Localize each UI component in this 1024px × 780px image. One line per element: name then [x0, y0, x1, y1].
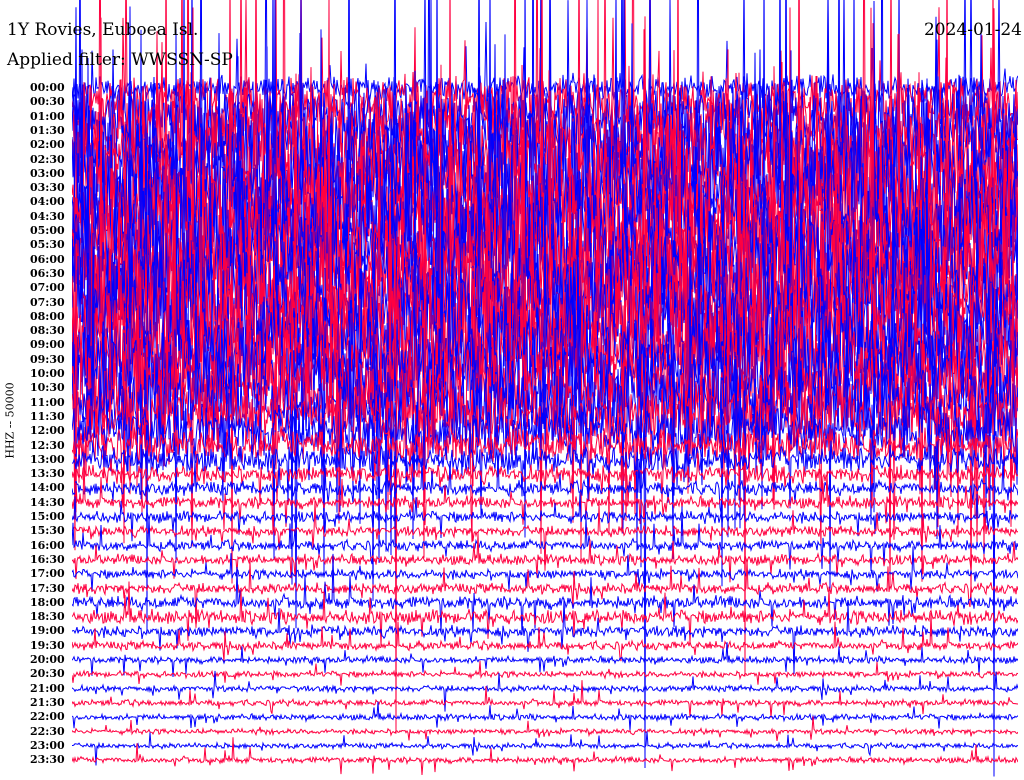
station-title: 1Y Rovies, Euboea Isl. [7, 20, 199, 40]
trace-row-1930 [72, 613, 1018, 662]
date-label: 2024-01-24 [923, 20, 1022, 40]
helicorder-plot [72, 0, 1018, 777]
filter-label: Applied filter: WWSSN-SP [7, 50, 233, 70]
trace-row-2330 [72, 737, 1018, 776]
trace-row-1830 [72, 581, 1018, 647]
trace-row-2200 [72, 701, 1018, 731]
